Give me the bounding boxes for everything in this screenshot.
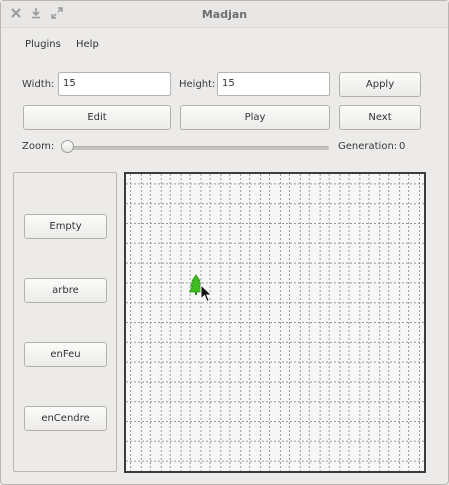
menu-plugins[interactable]: Plugins bbox=[25, 39, 61, 50]
zoom-slider-track[interactable] bbox=[67, 146, 329, 150]
zoom-label: Zoom: bbox=[22, 141, 55, 152]
simulation-grid[interactable] bbox=[124, 172, 426, 473]
state-enfeu-button[interactable]: enFeu bbox=[24, 342, 107, 367]
state-arbre-button[interactable]: arbre bbox=[24, 278, 107, 303]
zoom-slider-handle[interactable] bbox=[61, 140, 74, 153]
height-label: Height: bbox=[179, 79, 216, 90]
height-field[interactable]: 15 bbox=[217, 72, 330, 96]
generation-value: 0 bbox=[399, 141, 406, 152]
generation-label: Generation: bbox=[338, 141, 398, 152]
state-palette: Empty arbre enFeu enCendre bbox=[13, 172, 117, 472]
title-bar: Madjan bbox=[1, 1, 448, 28]
mouse-pointer-icon bbox=[200, 284, 214, 304]
next-button[interactable]: Next bbox=[339, 105, 421, 130]
edit-button[interactable]: Edit bbox=[23, 105, 171, 130]
grid-lines bbox=[126, 174, 424, 471]
app-window: Madjan Plugins Help Width: 15 Height: 15… bbox=[0, 0, 449, 485]
width-label: Width: bbox=[22, 79, 55, 90]
play-button[interactable]: Play bbox=[180, 105, 330, 130]
state-encendre-button[interactable]: enCendre bbox=[24, 406, 107, 431]
state-empty-button[interactable]: Empty bbox=[24, 214, 107, 239]
menu-help[interactable]: Help bbox=[76, 39, 99, 50]
window-title: Madjan bbox=[201, 8, 248, 21]
width-field[interactable]: 15 bbox=[58, 72, 171, 96]
apply-button[interactable]: Apply bbox=[339, 72, 421, 97]
